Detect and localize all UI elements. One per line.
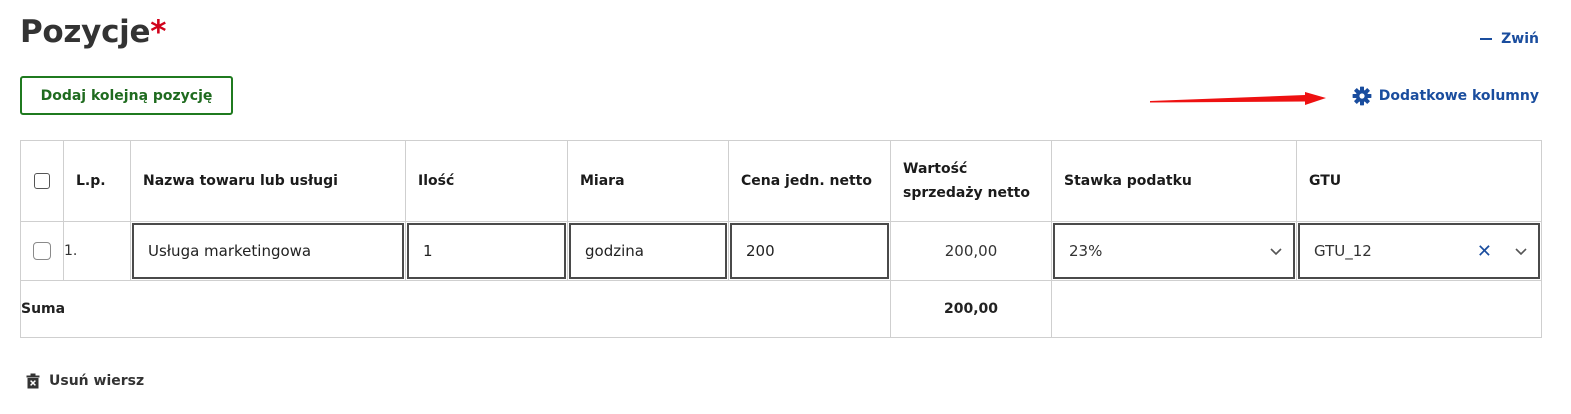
- col-header-net-value: Wartość sprzedaży netto: [890, 140, 1052, 222]
- sum-value: 200,00: [890, 280, 1052, 338]
- extra-columns-link[interactable]: Dodatkowe kolumny: [1352, 86, 1539, 106]
- col-header-gtu: GTU: [1296, 140, 1542, 222]
- col-header-name: Nazwa towaru lub usługi: [130, 140, 406, 222]
- name-cell: Usługa marketingowa: [130, 221, 406, 281]
- minus-icon: [1480, 38, 1493, 40]
- trash-icon: [26, 373, 40, 389]
- unit-input[interactable]: godzina: [569, 223, 727, 279]
- close-icon[interactable]: ✕: [1477, 241, 1492, 262]
- unit-cell: godzina: [567, 221, 729, 281]
- add-item-button[interactable]: Dodaj kolejną pozycję: [20, 76, 233, 115]
- qty-input[interactable]: 1: [407, 223, 566, 279]
- name-input[interactable]: Usługa marketingowa: [132, 223, 404, 279]
- chevron-down-icon[interactable]: [1514, 244, 1528, 258]
- collapse-label: Zwiń: [1501, 31, 1539, 47]
- sum-row: Suma 200,00: [20, 280, 1542, 338]
- row-lp: 1.: [63, 221, 131, 281]
- page-title: Pozycje*: [20, 14, 166, 50]
- unit-price-input[interactable]: 200: [730, 223, 889, 279]
- col-header-lp: L.p.: [63, 140, 131, 222]
- sum-empty-cell: [1051, 280, 1542, 338]
- qty-cell: 1: [405, 221, 568, 281]
- col-header-unit: Miara: [567, 140, 729, 222]
- gear-icon: [1352, 86, 1372, 106]
- chevron-down-icon[interactable]: [1269, 244, 1283, 258]
- delete-row-button[interactable]: Usuń wiersz: [26, 373, 144, 389]
- row-select-cell: [20, 221, 64, 281]
- table-row: 1. Usługa marketingowa 1 godzina 200 200…: [20, 221, 1542, 281]
- col-header-unit-price: Cena jedn. netto: [728, 140, 891, 222]
- gtu-cell: GTU_12 ✕: [1296, 221, 1542, 281]
- extra-columns-label: Dodatkowe kolumny: [1378, 88, 1539, 104]
- select-all-cell: [20, 140, 64, 222]
- items-table: L.p. Nazwa towaru lub usługi Ilość Miara…: [20, 140, 1542, 338]
- gtu-value: GTU_12: [1314, 242, 1372, 260]
- delete-row-label: Usuń wiersz: [49, 373, 145, 389]
- tax-rate-select[interactable]: 23%: [1053, 223, 1295, 279]
- select-all-checkbox[interactable]: [34, 173, 50, 189]
- row-checkbox[interactable]: [33, 242, 51, 260]
- collapse-link[interactable]: Zwiń: [1480, 31, 1539, 47]
- tax-rate-value: 23%: [1069, 242, 1103, 260]
- red-arrow-icon: [1150, 92, 1326, 105]
- sum-label: Suma: [20, 280, 891, 338]
- col-header-tax-rate: Stawka podatku: [1051, 140, 1297, 222]
- table-header-row: L.p. Nazwa towaru lub usługi Ilość Miara…: [20, 140, 1542, 222]
- col-header-qty: Ilość: [405, 140, 568, 222]
- gtu-select[interactable]: GTU_12 ✕: [1298, 223, 1540, 279]
- unit-price-cell: 200: [728, 221, 891, 281]
- page-title-text: Pozycje: [20, 14, 151, 50]
- net-value: 200,00: [890, 221, 1052, 281]
- tax-rate-cell: 23%: [1051, 221, 1297, 281]
- required-marker: *: [150, 14, 167, 50]
